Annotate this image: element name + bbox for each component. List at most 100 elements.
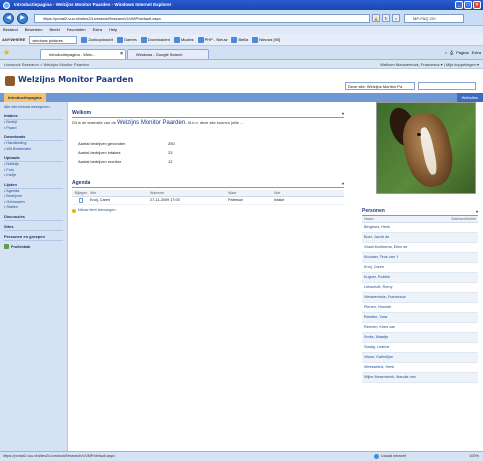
add-new-item-link[interactable]: Nieuw item toevoegen [72, 207, 344, 214]
nav-heading-sites[interactable]: Sites [4, 224, 63, 231]
refresh-icon[interactable]: ↻ [382, 14, 390, 22]
recycle-bin-icon [4, 244, 9, 249]
back-button[interactable]: ◀ [3, 13, 14, 24]
personen-list: Berghuis, Henk Boer, Jacob de Graaf-Koel… [362, 223, 478, 383]
menu-favorites[interactable]: Favorieten [67, 26, 86, 34]
nav-heading-intakes[interactable]: Intakes [4, 113, 63, 120]
maximize-button[interactable]: □ [464, 1, 472, 9]
recycle-bin-link[interactable]: Prullenbak [4, 244, 63, 250]
toolbar-search-input[interactable]: windows pictures [29, 35, 78, 44]
toolbar-item-php[interactable]: PHP - Nieuw [197, 36, 227, 43]
search-input[interactable]: MP-FAQ 23+ [404, 14, 464, 23]
list-item[interactable]: Boer, Jacob de [362, 233, 478, 243]
status-url: https://portal2.vuu.nl/sites2/LivestockR… [3, 454, 115, 458]
nav-heading-lijsten[interactable]: Lijsten [4, 182, 63, 189]
view-all-site-content-link[interactable]: Alle site-inhoud weergeven [4, 105, 63, 110]
webpart-menu-icon[interactable]: ▾ [476, 208, 478, 215]
list-item[interactable]: Reenen, Kees van [362, 323, 478, 333]
menu-bar: Bestand Bewerken Beeld Favorieten Extra … [0, 26, 483, 34]
nav-item-stallen[interactable]: • Stallen [4, 205, 63, 211]
list-item[interactable]: Kruij, Caren [362, 263, 478, 273]
document-icon [72, 197, 90, 204]
tools-menu[interactable]: Extra [472, 49, 481, 57]
site-header: Welzijns Monitor Paarden Deze site: Welz… [0, 69, 483, 93]
list-item[interactable]: Weesselink, Henk [362, 363, 478, 373]
personen-webpart-title: Personen ▾ [362, 208, 478, 216]
address-actions: 🔒 ↻ × [372, 14, 402, 23]
php-icon [197, 36, 204, 43]
links-toolbar: ANYWHERE windows pictures Zoekopdracht G… [0, 34, 483, 46]
music-icon [173, 36, 180, 43]
list-item[interactable]: Klooster, Teus van 't [362, 253, 478, 263]
list-item[interactable]: Stadig, Leanne [362, 343, 478, 353]
stop-icon[interactable]: × [392, 14, 400, 22]
search-scope-select[interactable]: Deze site: Welzijns Monitor Pa [345, 82, 415, 90]
webpart-menu-icon[interactable]: ▾ [342, 180, 344, 187]
nav-item-wlt-bestanden[interactable]: • Wlt Bestanden [4, 147, 63, 153]
menu-help[interactable]: Help [109, 26, 117, 34]
globe-icon [374, 454, 379, 459]
tab-introductiepagina[interactable]: Introductiepagina - Welz... × [40, 49, 126, 59]
welcome-user-menu[interactable]: Welkom Nieuwenhuis, Francesca ▾ | Mijn k… [380, 60, 479, 69]
zoom-level[interactable]: 100% [469, 452, 479, 461]
site-search-input[interactable] [418, 82, 476, 90]
toolbar-item-downloads[interactable]: Downloaden [140, 36, 170, 43]
menu-tools[interactable]: Extra [93, 26, 102, 34]
list-item[interactable]: Graaf-Koelkema, Ellen de [362, 243, 478, 253]
webpart-menu-icon[interactable]: ▾ [342, 110, 344, 117]
favorites-star-icon[interactable]: ★ [3, 49, 10, 57]
list-item[interactable]: Randen, Yara [362, 313, 478, 323]
quick-launch: Alle site-inhoud weergeven Intakes • Bed… [0, 102, 68, 451]
tab-google-search[interactable]: Windows - Google Search [127, 49, 209, 59]
toolbar-item-search[interactable]: Zoekopdracht [81, 36, 113, 43]
list-item[interactable]: Kuyper, Robbin [362, 273, 478, 283]
welcome-text: Dit is de teamsite van de Welzijns Monit… [72, 120, 244, 126]
site-title[interactable]: Welzijns Monitor Paarden [18, 75, 133, 84]
address-bar: ◀ ▶ https://portal2.vuu.nl/sites2/Livest… [0, 10, 483, 26]
list-item[interactable]: Plenen, Hannah [362, 303, 478, 313]
list-item[interactable]: Lebschutt, Remy [362, 283, 478, 293]
forward-button[interactable]: ▶ [17, 13, 28, 24]
table-row[interactable]: Kruij, Caren 27-11-2009 17:00 Paterson I… [72, 197, 344, 205]
close-button[interactable]: × [473, 1, 481, 9]
url-input[interactable]: https://portal2.vuu.nl/sites2/LivestockR… [34, 14, 370, 23]
websites-link[interactable]: Websites [456, 93, 483, 102]
nav-heading-uploads[interactable]: Uploads [4, 155, 63, 162]
nav-item-paard[interactable]: • Paard [4, 126, 63, 132]
list-item[interactable]: Nieuwenhuis, Francesca [362, 293, 478, 303]
print-icon[interactable]: ⎙ [450, 49, 453, 57]
tab-tools: ⌂ ⎙ Pagina Extra [445, 49, 481, 57]
nav-heading-downloads[interactable]: Downloads [4, 134, 63, 141]
page-viewport: Livestock Research > Welzijns Monitor Pa… [0, 60, 483, 451]
agenda-webpart-title: Agenda ▾ [72, 180, 344, 188]
nav-heading-discussies[interactable]: Discussies [4, 214, 63, 221]
menu-edit[interactable]: Bewerken [25, 26, 43, 34]
list-item[interactable]: Visser, Kathelijne [362, 353, 478, 363]
list-item[interactable]: Smits, Maartje [362, 333, 478, 343]
toolbar-item-news[interactable]: Nieuws [90] [252, 36, 280, 43]
home-icon[interactable]: ⌂ [445, 49, 447, 57]
page-menu[interactable]: Pagina [456, 49, 468, 57]
breadcrumb: Livestock Research > Welzijns Monitor Pa… [0, 60, 483, 69]
toolbar-item-bellia[interactable]: Bellia [231, 36, 248, 43]
nav-item-invlije[interactable]: • Invlije [4, 173, 63, 179]
lock-icon[interactable]: 🔒 [372, 14, 380, 22]
toolbar-item-music[interactable]: Muziek [173, 36, 194, 43]
right-column: Personen ▾ Naam Telefoon/Mobiel Berghuis… [362, 102, 478, 383]
menu-view[interactable]: Beeld [49, 26, 59, 34]
tab-close-icon[interactable]: × [120, 50, 123, 59]
stat-row: Aantal bedrijven intakes 23 [78, 150, 173, 155]
window-title: Introductiepagina - Welzijns Monitor Paa… [14, 2, 172, 7]
tab-introductiepagina-site[interactable]: Introductiepagina [4, 93, 46, 102]
toolbar-logo: ANYWHERE [2, 37, 26, 42]
welkom-webpart-title: Welkom ▾ [72, 110, 344, 118]
security-zone[interactable]: Lokaal intranet [374, 452, 406, 461]
list-item[interactable]: Wijhe-Nesenbrink, Maudie van [362, 373, 478, 383]
toolbar-item-games[interactable]: Games [116, 36, 137, 43]
minimize-button[interactable]: _ [455, 1, 463, 9]
list-item[interactable]: Berghuis, Henk [362, 223, 478, 233]
status-bar: https://portal2.vuu.nl/sites2/LivestockR… [0, 451, 483, 461]
news-icon [252, 36, 259, 43]
nav-heading-personen-en-groepen[interactable]: Personen en groepen [4, 234, 63, 241]
menu-file[interactable]: Bestand [3, 26, 18, 34]
